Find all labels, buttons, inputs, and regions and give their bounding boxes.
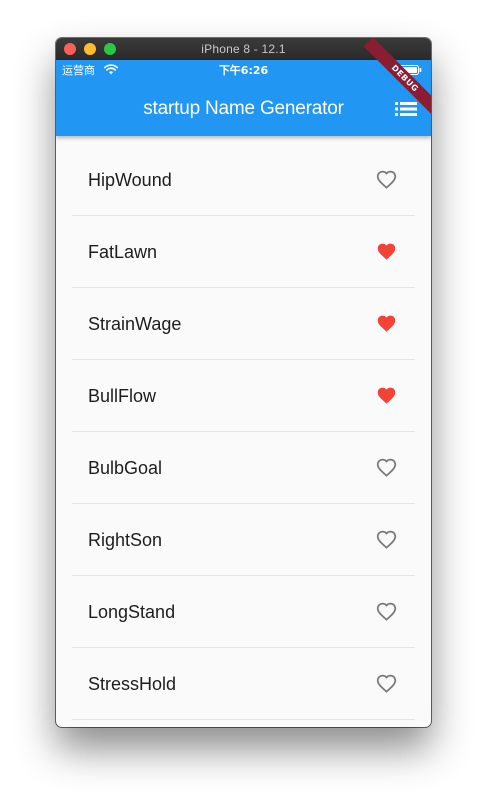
favorite-icon[interactable] — [375, 313, 398, 334]
startup-name: FatLawn — [88, 242, 158, 262]
status-time: 下午6:26 — [218, 64, 269, 77]
list-item[interactable]: FatLawn — [56, 216, 431, 288]
page-title: startup Name Generator — [143, 98, 344, 119]
list-item[interactable]: LongStand — [56, 576, 431, 648]
list-item[interactable]: StrainWage — [56, 288, 431, 360]
favorite-border-icon[interactable] — [375, 169, 398, 190]
startup-name: StressHold — [88, 674, 177, 694]
startup-name: RightSon — [88, 530, 163, 550]
favorite-border-icon[interactable] — [375, 673, 398, 694]
app-bar: 运营商 下午6:26 startup Name Generator DEBUG — [56, 38, 431, 136]
favorite-border-icon[interactable] — [375, 457, 398, 478]
startup-name: HipWound — [88, 170, 172, 190]
suggestion-list[interactable]: HipWound FatLawn StrainWage BullFlow Bul… — [56, 144, 431, 720]
list-item[interactable]: RightSon — [56, 504, 431, 576]
list-item[interactable]: HipWound — [56, 144, 431, 216]
divider — [72, 719, 415, 720]
favorite-border-icon[interactable] — [375, 529, 398, 550]
list-icon[interactable] — [394, 100, 418, 118]
startup-name: BulbGoal — [88, 458, 163, 478]
startup-name: LongStand — [88, 602, 176, 622]
startup-name: StrainWage — [88, 314, 182, 334]
favorite-icon[interactable] — [375, 385, 398, 406]
favorite-icon[interactable] — [375, 241, 398, 262]
simulator-window: iPhone 8 - 12.1 运营商 下午6:26 startup Name … — [56, 38, 431, 727]
startup-name: BullFlow — [88, 386, 157, 406]
list-item[interactable]: BulbGoal — [56, 432, 431, 504]
list-item[interactable]: BullFlow — [56, 360, 431, 432]
list-item[interactable]: StressHold — [56, 648, 431, 720]
favorite-border-icon[interactable] — [375, 601, 398, 622]
